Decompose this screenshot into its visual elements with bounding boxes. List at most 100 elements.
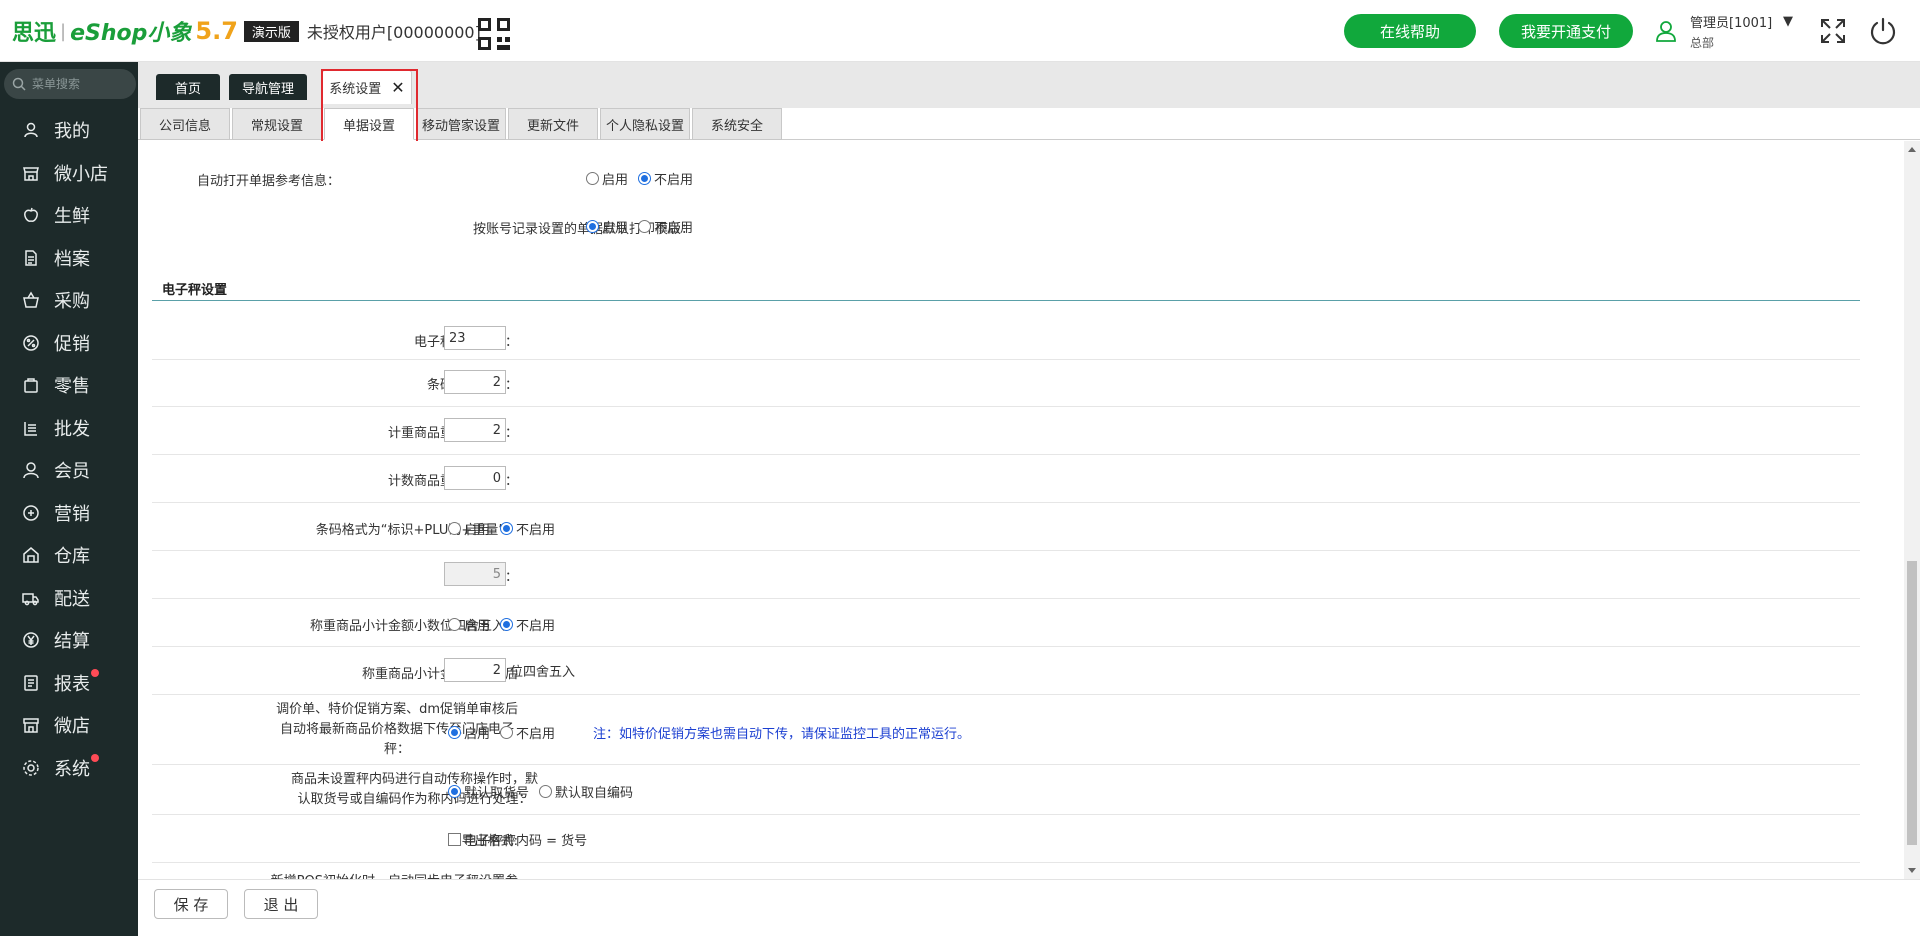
sidebar-item-3[interactable]: 档案 <box>0 238 138 278</box>
close-icon[interactable]: ✕ <box>391 78 404 97</box>
sidebar-item-11[interactable]: 配送 <box>0 578 138 618</box>
save-button[interactable]: 保 存 <box>154 889 228 919</box>
admin-name[interactable]: 管理员[1001] <box>1690 12 1772 31</box>
admin-org: 总部 <box>1690 36 1715 50</box>
edition-badge: 演示版 <box>243 20 299 42</box>
sidebar-item-9[interactable]: 营销 <box>0 493 138 533</box>
inner-code-item-no-label: 默认取货号 <box>464 786 530 801</box>
online-help-button[interactable]: 在线帮助 <box>1344 14 1476 48</box>
report-icon <box>24 674 38 691</box>
sidebar-item-13[interactable]: 报表 <box>0 663 138 703</box>
sidebar-item-1[interactable]: 微小店 <box>0 153 138 193</box>
tab-home[interactable]: 首页 <box>156 74 220 100</box>
barcode-format-disable-radio[interactable] <box>500 522 514 535</box>
scroll-down-icon[interactable] <box>1908 868 1916 873</box>
inner-code-item-no-radio[interactable] <box>448 785 461 798</box>
enable-payment-button[interactable]: 我要开通支付 <box>1499 14 1633 48</box>
barcode-flag-input[interactable] <box>444 326 506 350</box>
print-template-disable-radio[interactable] <box>638 220 652 233</box>
sidebar-item-15[interactable]: 系统 <box>0 748 138 788</box>
tab-document-settings-label: 单据设置 <box>342 118 395 134</box>
sidebar-item-10[interactable]: 仓库 <box>0 535 138 575</box>
auto-open-ref-disable-radio[interactable] <box>638 172 652 185</box>
settings-sub-tabs: 公司信息 常规设置 单据设置 移动管家设置 更新文件 个人隐私设置 系统安全 <box>138 108 1920 140</box>
scrollbar-thumb[interactable] <box>1907 561 1917 845</box>
sidebar-item-0[interactable]: 我的 <box>0 110 138 150</box>
member-icon <box>23 462 39 479</box>
scroll-up-icon[interactable] <box>1908 147 1916 152</box>
auto-upload-disable-radio[interactable] <box>500 726 514 739</box>
sidebar-item-8[interactable]: 会员 <box>0 450 138 490</box>
sidebar-item-14[interactable]: 微店 <box>0 705 138 745</box>
export-format-row: 导出格式: 电子秤秤内码 = 货号 <box>152 815 1860 863</box>
export-format-checkbox-label: 电子秤秤内码 = 货号 <box>464 834 588 849</box>
radio-enable-label: 启用 <box>464 523 491 538</box>
scale-section-header: 电子秤设置 <box>152 271 1860 301</box>
storefront-icon <box>23 718 39 733</box>
sidebar-item-4[interactable]: 采购 <box>0 280 138 320</box>
round-subtotal-enable-radio[interactable] <box>448 618 461 631</box>
sidebar-item-12[interactable]: 结算 <box>0 620 138 660</box>
notification-badge <box>91 668 99 677</box>
tab-system-security[interactable]: 系统安全 <box>692 108 782 140</box>
power-icon[interactable] <box>1868 16 1898 46</box>
top-bar: 思迅 | eShop小象 5.7 演示版 未授权用户[00000000] 在线帮… <box>0 0 1920 62</box>
count-precision-input[interactable] <box>444 466 506 490</box>
basket-icon <box>23 291 39 308</box>
sidebar-item-label: 微小店 <box>54 163 108 185</box>
apple-icon <box>24 207 38 222</box>
chevron-down-icon[interactable]: ▼ <box>1783 14 1793 29</box>
tab-system-settings[interactable]: 系统设置 ✕ <box>322 70 412 104</box>
menu-search[interactable] <box>4 69 136 99</box>
radio-disable-label: 不启用 <box>516 523 556 538</box>
logo: 思迅 | eShop小象 5.7 演示版 未授权用户[00000000] <box>12 16 481 46</box>
sidebar-item-label: 零售 <box>54 376 90 397</box>
tab-privacy-settings[interactable]: 个人隐私设置 <box>600 108 690 140</box>
radio-enable-label: 启用 <box>464 619 491 634</box>
sidebar-item-7[interactable]: 批发 <box>0 408 138 448</box>
weight-precision-input[interactable] <box>444 418 506 442</box>
brand-name-en: eShop小象 <box>70 21 192 46</box>
promotion-icon <box>23 334 39 351</box>
tab-general-settings[interactable]: 常规设置 <box>232 108 322 140</box>
auto-upload-note: 注：如特价促销方案也需自动下传，请保证监控工具的正常运行。 <box>593 727 971 742</box>
admin-avatar-icon[interactable] <box>1655 20 1677 42</box>
vertical-scrollbar[interactable] <box>1904 141 1920 879</box>
tab-company-info[interactable]: 公司信息 <box>140 108 230 140</box>
radio-disable-label: 不启用 <box>654 221 694 236</box>
inner-code-self-code-radio[interactable] <box>539 785 553 798</box>
print-template-enable-radio[interactable] <box>586 220 599 233</box>
settings-form: 自动打开单据参考信息： 启用 不启用 按账号记录设置的单据默认打印模版： 启用 … <box>138 141 1910 879</box>
amount-precision-input[interactable] <box>444 370 506 394</box>
auto-upload-label-line: 秤： <box>384 742 411 757</box>
round-digits-input[interactable] <box>444 658 506 682</box>
sidebar-item-2[interactable]: 生鲜 <box>0 195 138 235</box>
tab-mobile-settings[interactable]: 移动管家设置 <box>416 108 506 140</box>
yen-icon <box>23 632 39 648</box>
exit-button[interactable]: 退 出 <box>244 889 318 919</box>
barcode-flag-row: 电子秤条码标识： <box>152 319 1860 360</box>
license-user-label: 未授权用户[00000000] <box>306 23 481 42</box>
tab-company-info-label: 公司信息 <box>158 118 211 134</box>
auto-upload-enable-radio[interactable] <box>448 726 461 739</box>
sidebar-item-label: 促销 <box>54 333 90 355</box>
inner-code-row: 商品未设置秤内码进行自动传称操作时，默 认取货号或自编码作为称内码进行处理： 默… <box>152 765 1860 815</box>
qr-code-icon[interactable] <box>478 18 510 50</box>
tab-update-files[interactable]: 更新文件 <box>508 108 598 140</box>
sidebar-item-5[interactable]: 促销 <box>0 323 138 363</box>
tab-document-settings[interactable]: 单据设置 <box>324 108 414 140</box>
inner-code-self-code-label: 默认取自编码 <box>555 786 634 801</box>
export-format-checkbox[interactable] <box>448 833 461 846</box>
round-subtotal-disable-radio[interactable] <box>500 618 514 631</box>
barcode-format-enable-radio[interactable] <box>448 522 461 535</box>
sidebar-item-label: 采购 <box>54 291 90 312</box>
scale-section-title: 电子秤设置 <box>162 283 228 298</box>
sidebar-item-label: 配送 <box>54 588 90 610</box>
radio-enable-label: 启用 <box>602 173 629 188</box>
brand-name-cn: 思迅 <box>12 21 57 46</box>
menu-search-input[interactable] <box>32 77 132 91</box>
auto-open-ref-enable-radio[interactable] <box>586 172 599 185</box>
sidebar-item-6[interactable]: 零售 <box>0 365 138 405</box>
fullscreen-icon[interactable] <box>1818 16 1848 46</box>
tab-navigation[interactable]: 导航管理 <box>229 74 307 100</box>
